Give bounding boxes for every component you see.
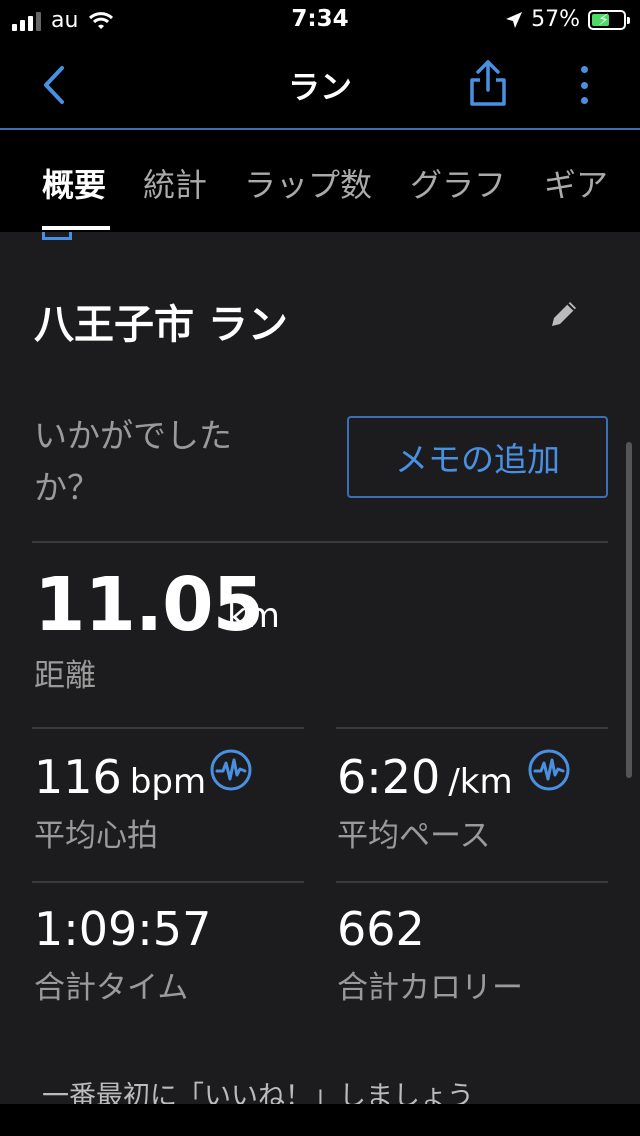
total-time-label: 合計タイム (34, 970, 189, 1006)
avg-hr-unit: bpm (129, 762, 207, 802)
divider (32, 727, 304, 729)
divider (32, 541, 608, 543)
distance-label: 距離 (34, 658, 96, 694)
partial-icon (42, 232, 72, 240)
avg-pace-label: 平均ペース (337, 818, 491, 854)
share-icon[interactable] (466, 58, 510, 110)
edit-pencil-icon[interactable] (548, 298, 580, 330)
divider (336, 727, 608, 729)
tab-graph[interactable]: グラフ (410, 160, 506, 206)
status-bar: au 7:34 57% ⚡ (0, 0, 640, 40)
heart-rate-icon[interactable] (209, 748, 253, 792)
bottom-bar (0, 1104, 640, 1136)
avg-hr-number: 116 (34, 750, 122, 804)
avg-hr-value: 116 bpm (34, 750, 206, 804)
nav-bar: ラン (0, 40, 640, 128)
more-vertical-icon[interactable] (566, 60, 602, 110)
avg-hr-label: 平均心拍 (34, 818, 158, 854)
tab-laps[interactable]: ラップ数 (244, 160, 372, 206)
tab-gear[interactable]: ギア (544, 160, 608, 206)
total-calories-label: 合計カロリー (337, 970, 523, 1006)
page-title: ラン (287, 68, 352, 106)
heart-rate-icon[interactable] (527, 748, 571, 792)
distance-unit: km (227, 596, 280, 636)
scrollbar[interactable] (626, 442, 632, 778)
bolt-icon: ⚡ (598, 9, 610, 29)
location-arrow-icon (506, 11, 523, 28)
battery-percent: 57% (531, 7, 580, 32)
avg-pace-value: 6:20/km (337, 750, 513, 804)
tab-overview[interactable]: 概要 (42, 160, 106, 206)
tab-stats[interactable]: 統計 (143, 160, 207, 206)
total-time-value: 1:09:57 (34, 902, 212, 956)
avg-pace-unit: /km (448, 762, 513, 802)
tab-bar: 概要 統計 ラップ数 グラフ ギア (0, 130, 640, 232)
status-right: 57% ⚡ (505, 7, 630, 32)
total-calories-value: 662 (337, 902, 425, 956)
divider (336, 881, 608, 883)
feel-question: いかがでしたか？ (34, 416, 232, 507)
activity-content: 八王子市 ラン いかがでしたか？ メモの追加 11.05 km 距離 116 bp… (0, 232, 640, 1112)
tab-active-indicator (42, 226, 110, 230)
activity-name: 八王子市 ラン (34, 302, 288, 348)
battery-charging-icon: ⚡ (588, 9, 630, 30)
add-memo-button[interactable]: メモの追加 (347, 416, 608, 498)
divider (32, 881, 304, 883)
avg-pace-number: 6:20 (337, 750, 441, 804)
